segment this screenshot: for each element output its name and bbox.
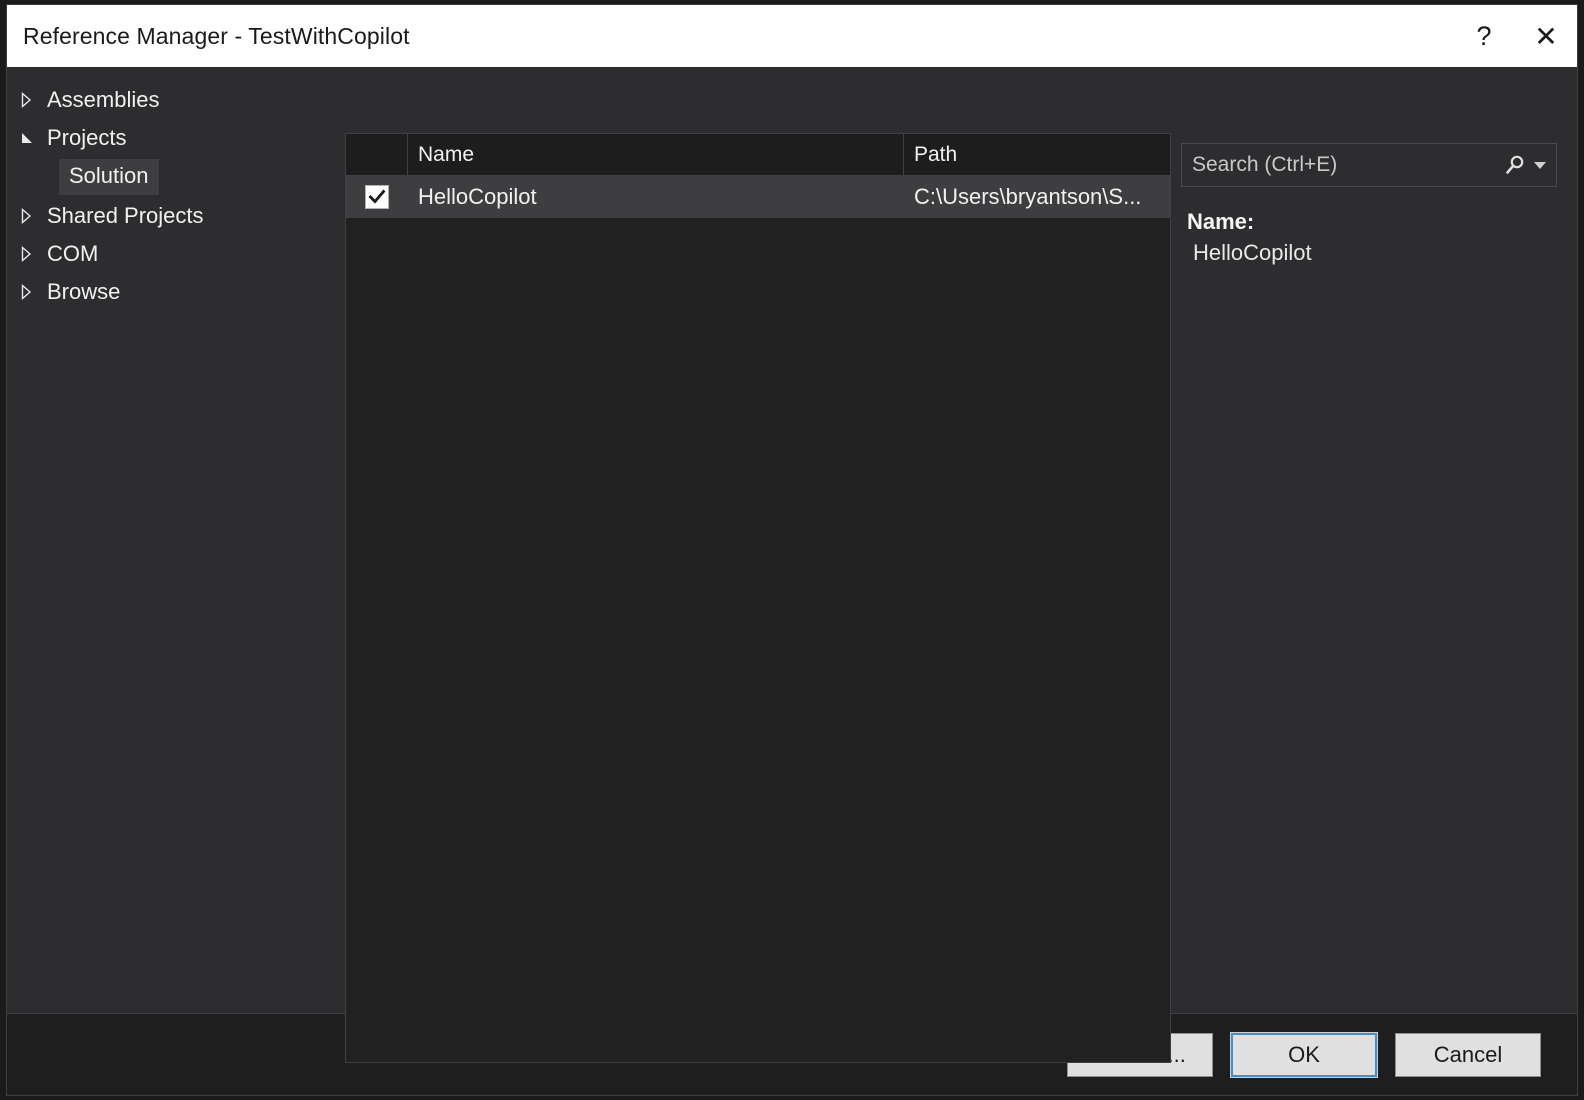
checkbox-checked-icon[interactable] <box>365 185 389 209</box>
chevron-right-icon[interactable] <box>21 246 47 262</box>
chevron-right-icon[interactable] <box>21 92 47 108</box>
sidebar-item-shared-projects[interactable]: Shared Projects <box>7 197 344 235</box>
column-header-name[interactable]: Name <box>408 134 904 175</box>
detail-name-label: Name: <box>1187 209 1255 234</box>
search-input[interactable] <box>1182 152 1504 178</box>
help-icon[interactable]: ? <box>1453 5 1515 67</box>
chevron-down-icon[interactable] <box>21 132 47 145</box>
row-path: C:\Users\bryantson\S... <box>914 184 1142 209</box>
reference-manager-dialog: Reference Manager - TestWithCopilot ? ✕ … <box>6 4 1578 1096</box>
sidebar-item-label: Projects <box>47 125 127 150</box>
dialog-body: Assemblies Projects Solution Shared Proj… <box>7 67 1577 1063</box>
title-bar-buttons: ? ✕ <box>1453 5 1577 67</box>
sidebar-item-label: Assemblies <box>47 87 160 112</box>
list-rows: HelloCopilot C:\Users\bryantson\S... <box>346 176 1170 1062</box>
sidebar-item-solution[interactable]: Solution <box>7 157 344 197</box>
table-row[interactable]: HelloCopilot C:\Users\bryantson\S... <box>346 176 1170 218</box>
sidebar-item-label: Solution <box>59 159 159 195</box>
close-icon[interactable]: ✕ <box>1515 5 1577 67</box>
list-header-row: Name Path <box>346 134 1170 176</box>
reference-list: Name Path HelloCopilot C:\Users\bryantso… <box>345 133 1171 1063</box>
sidebar-item-assemblies[interactable]: Assemblies <box>7 81 344 119</box>
search-box-icons <box>1504 154 1556 176</box>
chevron-right-icon[interactable] <box>21 284 47 300</box>
title-bar: Reference Manager - TestWithCopilot ? ✕ <box>7 5 1577 67</box>
search-icon[interactable] <box>1504 154 1526 176</box>
detail-name-value: HelloCopilot <box>1193 240 1312 265</box>
column-header-checkbox[interactable] <box>346 134 408 175</box>
window-title: Reference Manager - TestWithCopilot <box>23 22 410 49</box>
sidebar-item-label: Browse <box>47 279 121 304</box>
search-box[interactable] <box>1181 143 1557 187</box>
chevron-down-icon[interactable] <box>1534 161 1546 169</box>
sidebar-item-projects[interactable]: Projects <box>7 119 344 157</box>
details-pane: Name: HelloCopilot <box>1187 209 1565 993</box>
sidebar-item-browse[interactable]: Browse <box>7 273 344 311</box>
sidebar-item-label: COM <box>47 241 99 266</box>
chevron-right-icon[interactable] <box>21 208 47 224</box>
cancel-button[interactable]: Cancel <box>1395 1032 1541 1077</box>
category-tree: Assemblies Projects Solution Shared Proj… <box>7 67 344 1013</box>
row-checkbox-cell[interactable] <box>346 185 408 209</box>
ok-button[interactable]: OK <box>1230 1031 1378 1078</box>
column-header-path[interactable]: Path <box>904 134 1170 175</box>
row-name: HelloCopilot <box>418 184 537 209</box>
sidebar-item-com[interactable]: COM <box>7 235 344 273</box>
sidebar-item-label: Shared Projects <box>47 203 204 228</box>
